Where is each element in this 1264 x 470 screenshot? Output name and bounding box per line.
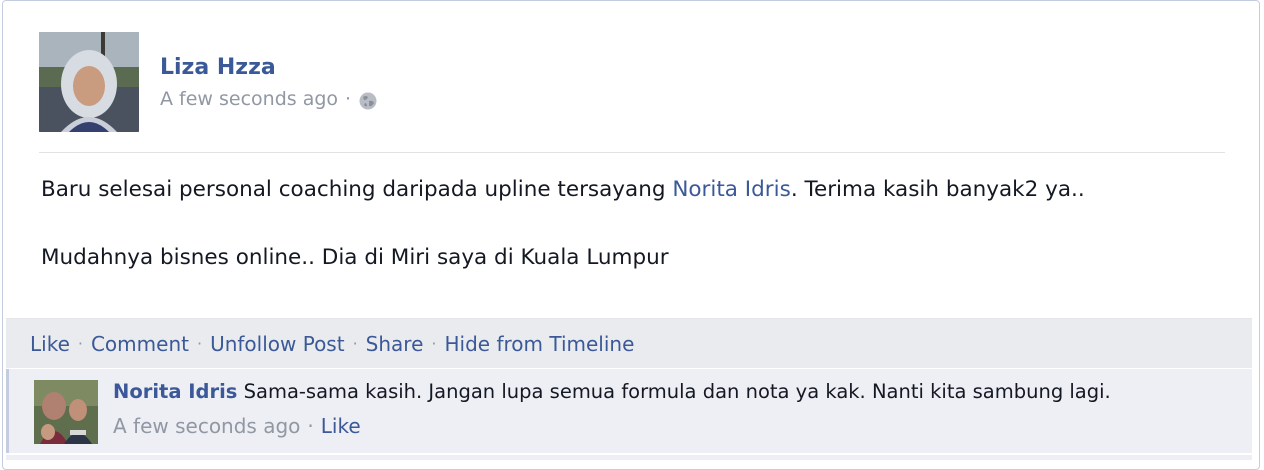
comment-line: Norita Idris Sama-sama kasih. Jangan lup…: [113, 380, 1111, 403]
comment-item: Norita Idris Sama-sama kasih. Jangan lup…: [6, 369, 1252, 453]
post-paragraph-1: Baru selesai personal coaching daripada …: [41, 173, 1221, 207]
post-paragraph-2: Mudahnya bisnes online.. Dia di Miri say…: [41, 245, 669, 270]
comment-meta-separator: ·: [307, 414, 314, 438]
action-separator: ·: [196, 334, 203, 353]
post-meta: A few seconds ago ·: [160, 87, 378, 111]
mention-link[interactable]: Norita Idris: [672, 177, 791, 202]
comment-timestamp[interactable]: A few seconds ago: [113, 414, 300, 438]
post-text-before-mention: Baru selesai personal coaching daripada …: [41, 177, 673, 202]
hide-from-timeline-link[interactable]: Hide from Timeline: [444, 332, 634, 356]
unfollow-post-link[interactable]: Unfollow Post: [210, 332, 345, 356]
globe-icon[interactable]: [358, 91, 378, 111]
share-link[interactable]: Share: [366, 332, 424, 356]
commenter-name-link[interactable]: Norita Idris: [113, 380, 237, 403]
comment-like-link[interactable]: Like: [321, 414, 361, 438]
action-separator: ·: [77, 334, 83, 353]
post-timestamp[interactable]: A few seconds ago: [160, 88, 338, 110]
comment-meta: A few seconds ago · Like: [113, 414, 361, 438]
next-comment-strip: [6, 455, 1252, 460]
author-avatar[interactable]: [39, 32, 139, 132]
action-separator: ·: [352, 334, 358, 353]
post-text-after-mention: . Terima kasih banyak2 ya..: [790, 177, 1085, 202]
like-link[interactable]: Like: [30, 332, 70, 356]
meta-separator: ·: [345, 88, 352, 110]
comment-text: Sama-sama kasih. Jangan lupa semua formu…: [237, 380, 1111, 403]
post-action-bar: Like · Comment · Unfollow Post · Share ·…: [6, 318, 1252, 368]
commenter-avatar[interactable]: [34, 380, 98, 444]
header-divider: [39, 152, 1225, 153]
post-body: Baru selesai personal coaching daripada …: [41, 173, 1221, 275]
author-name-link[interactable]: Liza Hzza: [160, 55, 276, 80]
action-separator: ·: [431, 334, 437, 353]
comment-link[interactable]: Comment: [91, 332, 189, 356]
